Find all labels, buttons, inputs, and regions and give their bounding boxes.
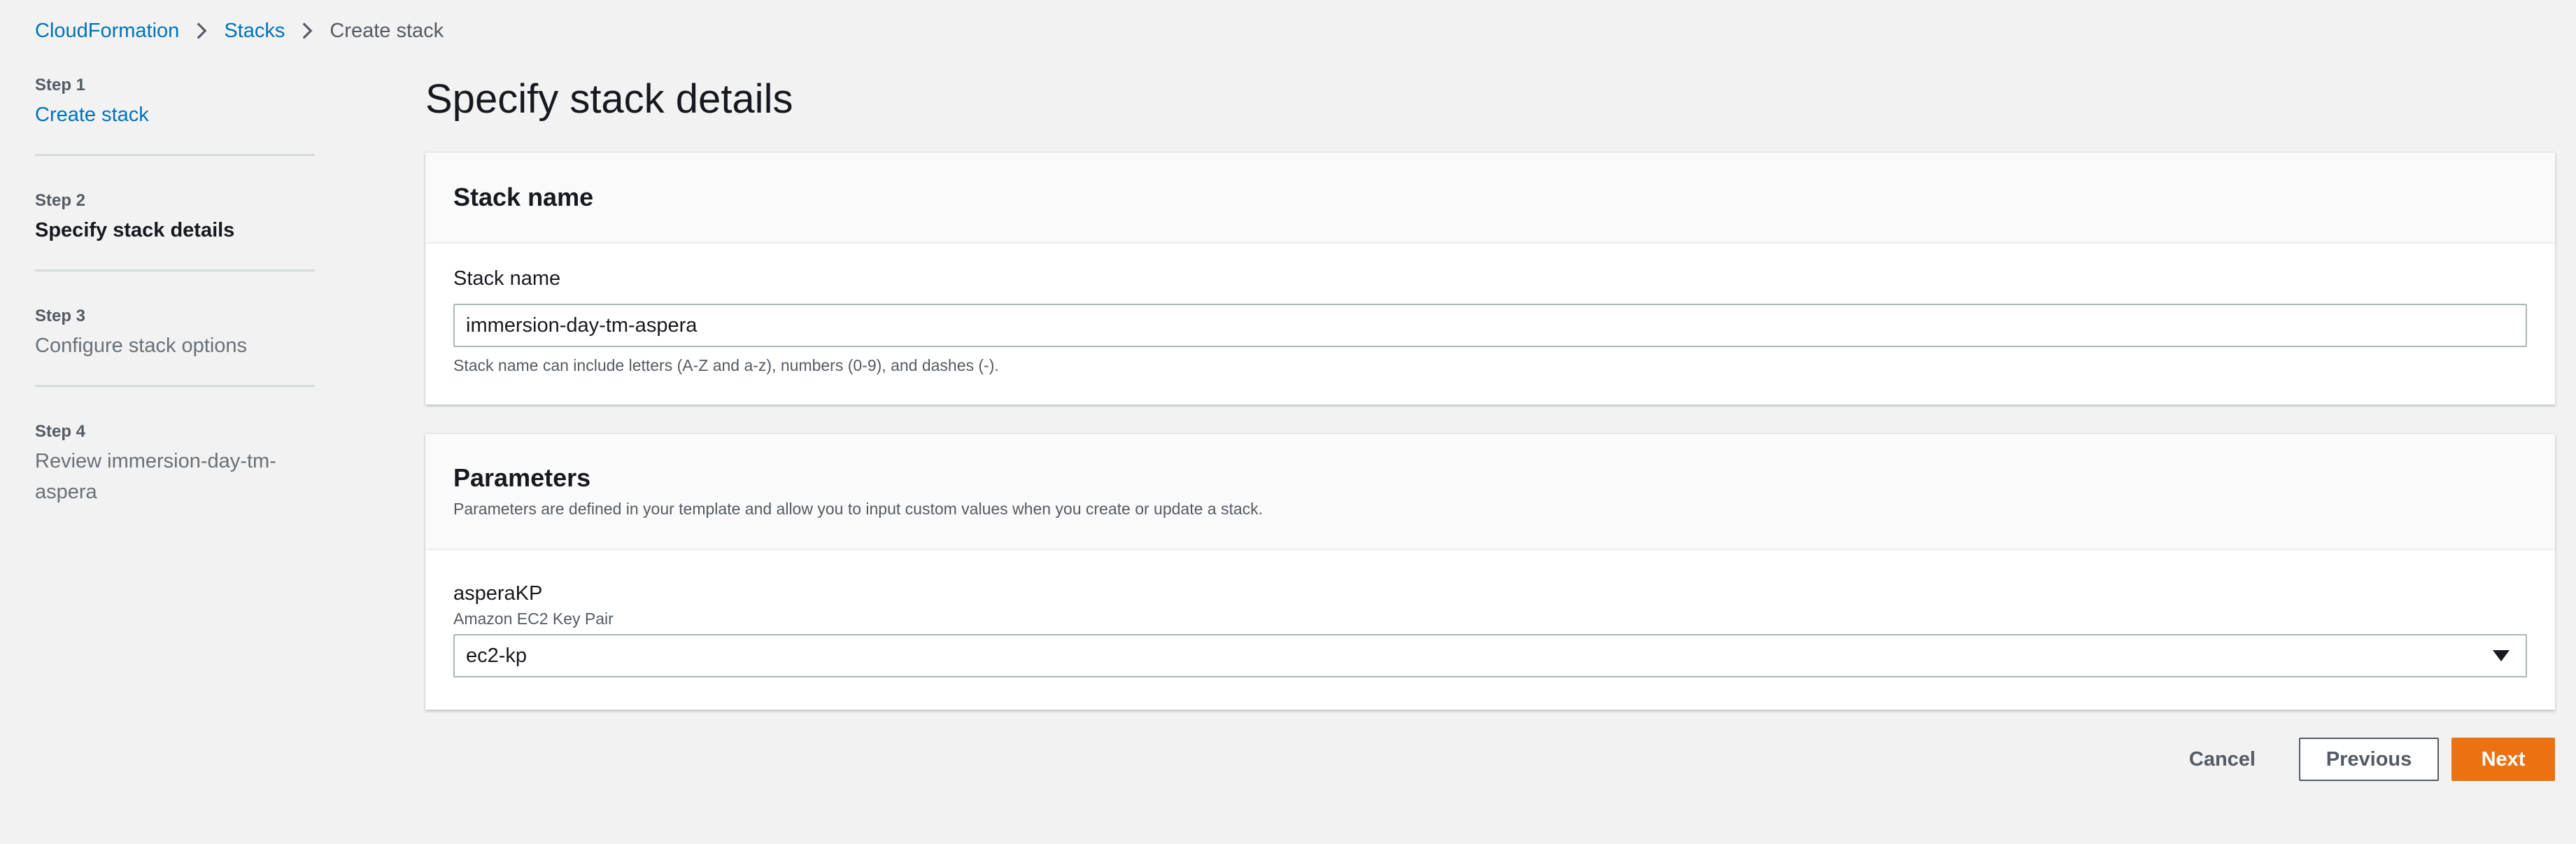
step-1: Step 1 Create stack bbox=[35, 73, 315, 156]
step-4: Step 4 Review immersion-day-tm-aspera bbox=[35, 419, 315, 531]
breadcrumb: CloudFormation Stacks Create stack bbox=[35, 15, 444, 46]
wizard-steps: Step 1 Create stack Step 2 Specify stack… bbox=[35, 73, 315, 563]
previous-button[interactable]: Previous bbox=[2299, 738, 2439, 781]
select-value: ec2-kp bbox=[466, 644, 528, 667]
page-title: Specify stack details bbox=[425, 76, 793, 122]
chevron-right-icon bbox=[194, 21, 208, 41]
step-number: Step 4 bbox=[35, 422, 86, 441]
cancel-button[interactable]: Cancel bbox=[2168, 738, 2277, 781]
step-number: Step 2 bbox=[35, 191, 86, 210]
stack-name-panel: Stack name Stack name Stack name can inc… bbox=[425, 153, 2555, 405]
panel-body: asperaKP Amazon EC2 Key Pair ec2-kp bbox=[425, 550, 2555, 677]
stack-name-label: Stack name bbox=[453, 267, 561, 290]
panel-heading: Stack name bbox=[453, 183, 594, 211]
panel-heading: Parameters bbox=[453, 463, 591, 492]
stack-name-input[interactable] bbox=[453, 304, 2527, 347]
form-actions: Cancel Previous Next bbox=[2168, 738, 2555, 781]
step-title-current: Specify stack details bbox=[35, 219, 235, 241]
next-button[interactable]: Next bbox=[2451, 738, 2555, 781]
caret-down-icon bbox=[2493, 650, 2510, 661]
breadcrumb-stacks[interactable]: Stacks bbox=[224, 20, 285, 43]
param-name: asperaKP bbox=[453, 582, 543, 605]
breadcrumb-cloudformation[interactable]: CloudFormation bbox=[35, 20, 179, 43]
parameters-panel: Parameters Parameters are defined in you… bbox=[425, 434, 2555, 710]
step-number: Step 3 bbox=[35, 307, 86, 325]
step-2: Step 2 Specify stack details bbox=[35, 188, 315, 272]
panel-body: Stack name Stack name can include letter… bbox=[425, 244, 2555, 377]
breadcrumb-current: Create stack bbox=[330, 19, 444, 42]
panel-header: Stack name bbox=[425, 153, 2555, 244]
step-number: Step 1 bbox=[35, 76, 86, 94]
stack-name-hint: Stack name can include letters (A-Z and … bbox=[453, 356, 999, 374]
asperakp-select[interactable]: ec2-kp bbox=[453, 634, 2527, 677]
parameters-description: Parameters are defined in your template … bbox=[453, 500, 1264, 518]
param-description: Amazon EC2 Key Pair bbox=[453, 610, 614, 628]
step-title-configure-options: Configure stack options bbox=[35, 335, 248, 357]
step-title-review: Review immersion-day-tm-aspera bbox=[35, 450, 276, 503]
panel-header: Parameters Parameters are defined in you… bbox=[425, 434, 2555, 550]
step-link-create-stack[interactable]: Create stack bbox=[35, 99, 315, 130]
step-3: Step 3 Configure stack options bbox=[35, 304, 315, 387]
chevron-right-icon bbox=[300, 21, 314, 41]
